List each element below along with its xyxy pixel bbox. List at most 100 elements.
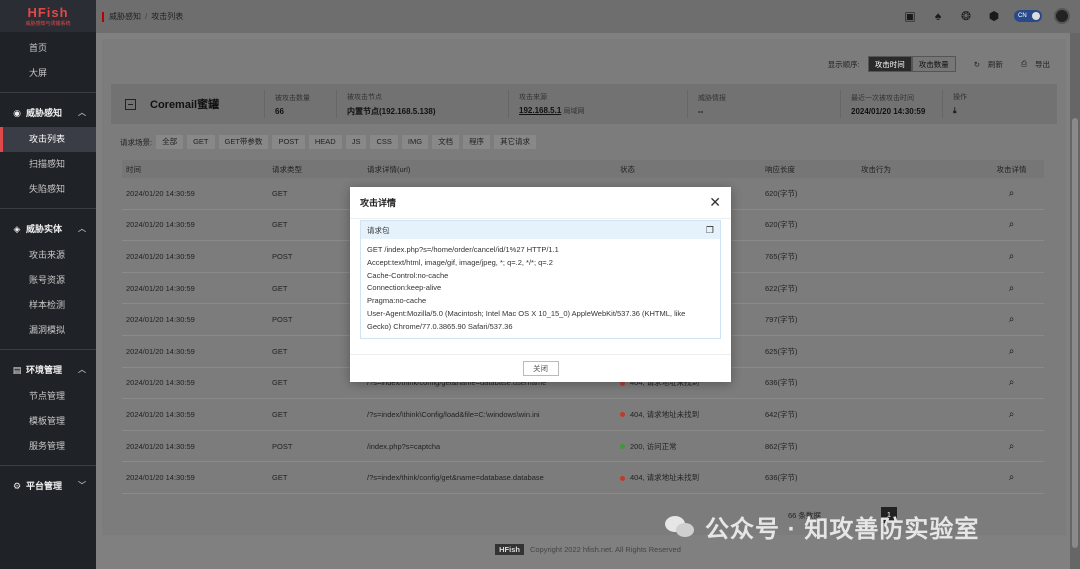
filter-chip[interactable]: IMG xyxy=(401,135,429,149)
docs-icon[interactable]: ▣ xyxy=(902,8,918,24)
sidebar-item-sample-detect[interactable]: 样本检测 xyxy=(0,293,96,318)
sidebar-item-attack-list[interactable]: 攻击列表 xyxy=(0,127,96,152)
attack-detail-modal: 攻击详情 ✕ 请求包 ❐ GET /index.php?s=/home/orde… xyxy=(350,187,731,382)
request-line: Pragma:no-cache xyxy=(367,296,427,306)
filter-chip[interactable]: 全部 xyxy=(156,135,184,149)
view-detail-icon[interactable]: ⌕ xyxy=(979,377,1044,388)
eye-icon: ◉ xyxy=(13,108,21,118)
view-detail-icon[interactable]: ⌕ xyxy=(979,283,1044,294)
sidebar-item-service-manage[interactable]: 服务管理 xyxy=(0,434,96,459)
sidebar-group-label: 威胁实体 xyxy=(26,224,63,234)
view-detail-icon[interactable]: ⌕ xyxy=(979,472,1044,483)
divider xyxy=(0,465,96,466)
download-icon[interactable]: ⤓ xyxy=(953,106,1003,116)
watermark-text: 公众号 · 知攻善防实验室 xyxy=(705,516,980,543)
logo[interactable]: HFish 威胁感知与诱捕系统 xyxy=(0,0,96,32)
sidebar-item-scan-awareness[interactable]: 扫描感知 xyxy=(0,152,96,177)
sidebar-item-account-resource[interactable]: 账号资源 xyxy=(0,268,96,293)
refresh-icon[interactable]: ↻ xyxy=(974,60,980,69)
sidebar-item-vuln-sim[interactable]: 漏洞模拟 xyxy=(0,318,96,343)
filter-chip[interactable]: CSS xyxy=(370,135,398,149)
sidebar-item-bigscreen[interactable]: 大屏 xyxy=(0,61,96,86)
sidebar-item-node-manage[interactable]: 节点管理 xyxy=(0,384,96,409)
view-detail-icon[interactable]: ⌕ xyxy=(979,346,1044,357)
logo-title: HFish xyxy=(27,5,69,20)
modal-header: 攻击详情 ✕ xyxy=(350,187,731,219)
sidebar-group-threat-entity[interactable]: ◈ 威胁实体 ︿ xyxy=(0,215,96,243)
topbar: 威胁感知 / 攻击列表 ▣ ♠ ❂ ⬢ CN xyxy=(96,0,1080,33)
summary-value: 2024/01/20 14:30:59 xyxy=(851,106,926,116)
sidebar-item-home[interactable]: 首页 xyxy=(0,36,96,61)
export-icon[interactable]: ⎙ xyxy=(1021,59,1027,69)
close-icon[interactable]: ✕ xyxy=(709,194,721,211)
sidebar-group-platform-manage[interactable]: ⚙ 平台管理 ﹀ xyxy=(0,472,96,500)
request-line: Connection:keep-alive xyxy=(367,283,442,293)
view-detail-icon[interactable]: ⌕ xyxy=(979,409,1044,420)
cell-url: /index.php?s=captcha xyxy=(367,441,441,451)
attack-source-region: 局域网 xyxy=(563,108,585,115)
summary-label: 最近一次被攻击时间 xyxy=(851,94,914,102)
order-by-time-button[interactable]: 攻击时间 xyxy=(867,56,912,72)
request-filter: 请求场景: 全部 GET GET带参数 POST HEAD JS CSS IMG… xyxy=(120,135,537,149)
chevron-up-icon: ︿ xyxy=(78,224,86,233)
filter-chip[interactable]: 文档 xyxy=(432,135,460,149)
sidebar-item-attack-source[interactable]: 攻击来源 xyxy=(0,243,96,268)
status-text: 200, 访问正常 xyxy=(630,441,677,451)
request-packet-body[interactable]: GET /index.php?s=/home/order/cancel/id/1… xyxy=(361,239,720,339)
sidebar-group-label: 威胁感知 xyxy=(26,108,63,118)
modal-footer: 关闭 xyxy=(350,354,731,382)
language-toggle[interactable]: CN xyxy=(1014,10,1042,22)
request-line: GET /index.php?s=/home/order/cancel/id/1… xyxy=(367,245,559,254)
filter-chip[interactable]: JS xyxy=(345,135,367,149)
summary-label: 威胁情报 xyxy=(698,94,726,102)
summary-label: 操作 xyxy=(953,94,967,101)
view-detail-icon[interactable]: ⌕ xyxy=(979,441,1044,452)
server-icon: ▤ xyxy=(12,365,22,375)
cell-length: 797(字节) xyxy=(765,315,798,325)
cell-length: 862(字节) xyxy=(765,441,798,451)
filter-label: 请求场景: xyxy=(120,137,153,147)
sidebar-group-env-manage[interactable]: ▤ 环境管理 ︿ xyxy=(0,356,96,384)
attack-source-link[interactable]: 192.168.5.1 xyxy=(519,106,561,115)
table-row[interactable]: 2024/01/20 14:30:59 POST/index.php?s=capt… xyxy=(122,431,1044,463)
cell-time: 2024/01/20 14:30:59 xyxy=(126,251,195,261)
copy-icon[interactable]: ❐ xyxy=(706,225,714,236)
close-button[interactable]: 关闭 xyxy=(522,361,559,376)
cell-length: 765(字节) xyxy=(765,251,798,261)
summary-attack-count: 被攻击数量 66 xyxy=(265,90,337,118)
sidebar-group-threat-awareness[interactable]: ◉ 威胁感知 ︿ xyxy=(0,99,96,127)
table-row[interactable]: 2024/01/20 14:30:59 GET /?s=index/\think\C… xyxy=(122,399,1044,431)
filter-chip[interactable]: 程序 xyxy=(463,135,491,149)
view-detail-icon[interactable]: ⌕ xyxy=(979,314,1044,325)
filter-chip[interactable]: POST xyxy=(272,135,305,149)
scrollbar-thumb[interactable] xyxy=(1072,118,1078,548)
honeypot-title: Coremail蜜罐 xyxy=(150,99,220,111)
settings-icon[interactable]: ⬢ xyxy=(986,8,1002,24)
avatar[interactable] xyxy=(1054,8,1070,24)
sidebar-item-compromise-awareness[interactable]: 失陷感知 xyxy=(0,177,96,202)
view-detail-icon[interactable]: ⌕ xyxy=(979,251,1044,262)
bell-icon[interactable]: ♠ xyxy=(930,8,946,24)
collapse-icon[interactable] xyxy=(125,98,136,110)
table-row[interactable]: 2024/01/20 14:30:59 GET /?s=index/think/co… xyxy=(122,462,1044,494)
cell-time: 2024/01/20 14:30:59 xyxy=(126,473,195,483)
sidebar: HFish 威胁感知与诱捕系统 首页 大屏 ◉ 威胁感知 ︿ 攻击列表 扫描感知 … xyxy=(0,0,96,569)
summary-actions: 操作 ⤓ xyxy=(943,90,1003,118)
watermark: 公众号 · 知攻善防实验室 xyxy=(665,509,979,544)
sidebar-item-template-manage[interactable]: 模板管理 xyxy=(0,409,96,434)
refresh-button[interactable]: 刷新 xyxy=(988,59,1003,70)
export-button[interactable]: 导出 xyxy=(1035,59,1050,70)
scrollbar[interactable] xyxy=(1070,33,1080,569)
order-by-count-button[interactable]: 攻击数量 xyxy=(911,56,956,72)
chevron-down-icon: ﹀ xyxy=(78,481,86,490)
view-detail-icon[interactable]: ⌕ xyxy=(979,188,1044,199)
filter-chip[interactable]: HEAD xyxy=(308,135,342,149)
breadcrumb-parent[interactable]: 威胁感知 xyxy=(109,12,141,21)
cell-time: 2024/01/20 14:30:59 xyxy=(126,441,195,451)
filter-chip[interactable]: GET xyxy=(187,135,215,149)
filter-chip[interactable]: 其它请求 xyxy=(494,135,537,149)
order-label: 显示顺序: xyxy=(827,59,860,69)
filter-chip[interactable]: GET带参数 xyxy=(218,135,269,149)
view-detail-icon[interactable]: ⌕ xyxy=(979,219,1044,230)
wechat-icon[interactable]: ❂ xyxy=(958,8,974,24)
